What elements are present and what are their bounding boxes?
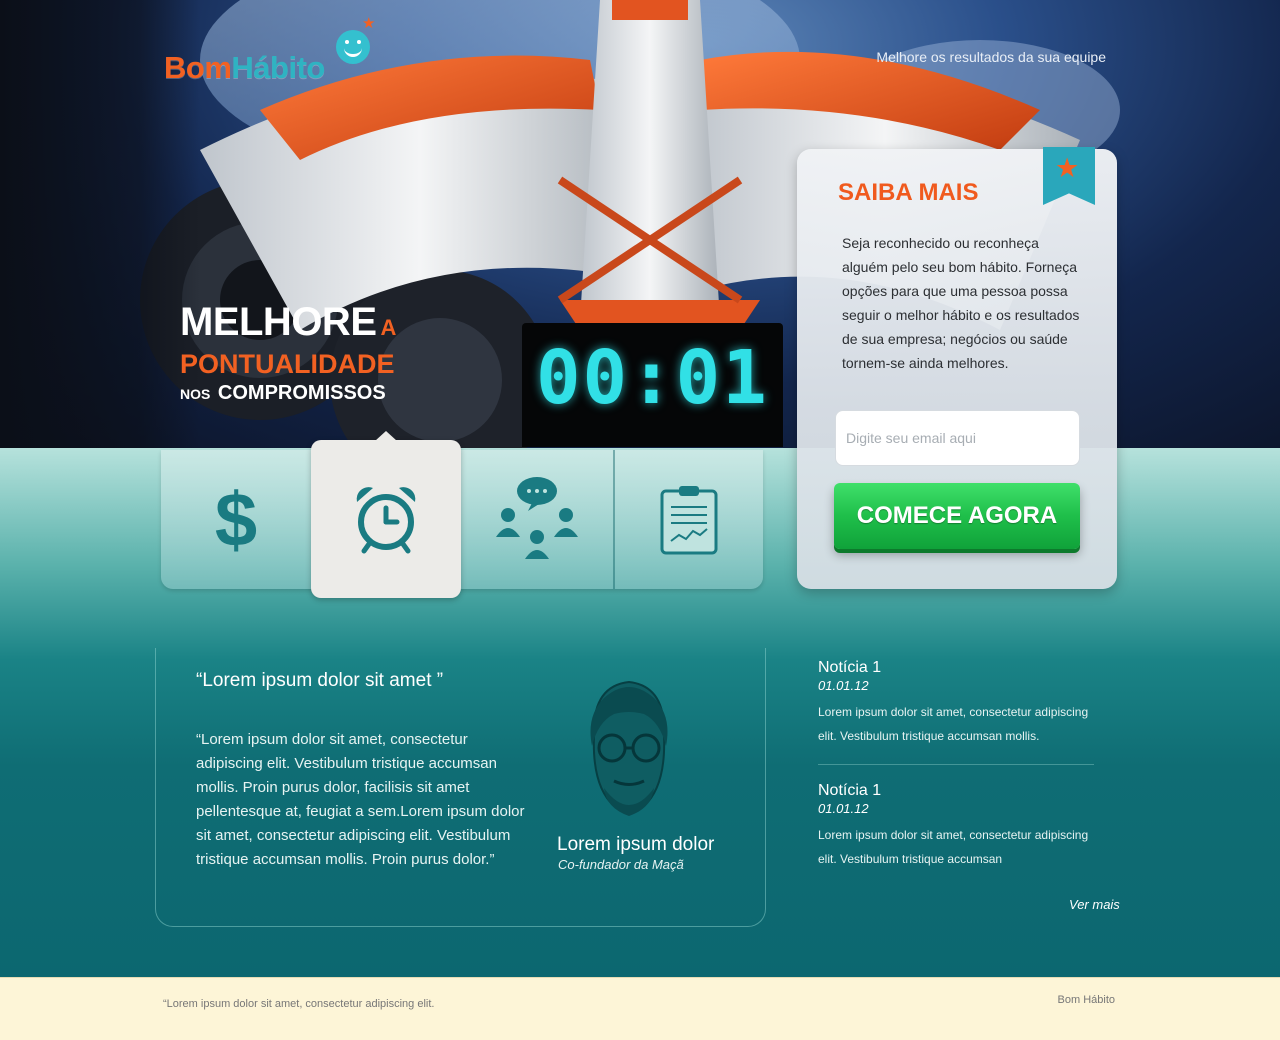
testimonial-card: “Lorem ipsum dolor sit amet ” “Lorem ips… [155,648,766,927]
headline-line-2: PONTUALIDADE [180,349,395,379]
start-now-button[interactable]: COMECE AGORA [834,483,1080,549]
header-tagline: Melhore os resultados da sua equipe [876,49,1106,65]
dollar-icon: $ [215,480,257,560]
news-item[interactable]: Notícia 1 01.01.12 Lorem ipsum dolor sit… [818,783,1094,871]
email-input[interactable] [835,410,1080,466]
headline-line-3-prefix: NOS [180,386,211,402]
news-item[interactable]: Notícia 1 01.01.12 Lorem ipsum dolor sit… [818,660,1094,748]
author-portrait [590,680,668,816]
author-name: Lorem ipsum dolor [557,834,715,855]
alarm-clock-icon [356,487,416,554]
news-title[interactable]: Notícia 1 [818,660,1094,676]
testimonial-title: “Lorem ipsum dolor sit amet ” [196,670,444,691]
headline-line-1: MELHORE [180,300,377,344]
clock-display: 00:01 [536,335,769,421]
footer-brand[interactable]: Bom Hábito [1058,994,1115,1006]
panel-description: Seja reconhecido ou reconheça alguém pel… [842,235,1080,371]
tab-dollar[interactable]: $ [161,450,311,589]
tab-team[interactable] [462,450,612,589]
headline-line-1-suffix: A [380,315,397,340]
tab-report[interactable] [613,450,763,589]
bookmark-ribbon: ★ [1043,147,1095,205]
see-more-link[interactable]: Ver mais [1069,897,1120,912]
smiley-icon [336,30,370,64]
testimonial-body: “Lorem ipsum dolor sit amet, consectetur… [196,731,525,868]
svg-text:$: $ [215,480,257,560]
team-chat-icon [496,476,578,559]
digital-clock: 00:01 [522,323,783,447]
news-divider [818,764,1094,765]
brand-logo[interactable]: BomHábito [164,50,325,86]
feature-tabs: $ [161,450,763,589]
star-icon: ★ [1055,153,1080,183]
signup-panel: SAIBA MAIS ★ Seja reconhecido ou reconhe… [797,147,1117,589]
brand-name-part1: Bom [164,50,232,85]
author-role: Co-fundador da Maçã [558,857,684,872]
footer: “Lorem ipsum dolor sit amet, consectetur… [0,977,1280,1040]
tab-alarm-active[interactable] [311,431,461,598]
news-date: 01.01.12 [818,801,869,816]
hero-headline: MELHORE A PONTUALIDADE NOS COMPROMISSOS [180,300,396,409]
clipboard-chart-icon [660,485,718,554]
footer-quote: “Lorem ipsum dolor sit amet, consectetur… [163,998,435,1010]
news-body: Lorem ipsum dolor sit amet, consectetur … [818,705,1089,743]
headline-line-3: COMPROMISSOS [217,382,386,404]
news-list: Notícia 1 01.01.12 Lorem ipsum dolor sit… [818,660,1094,871]
news-date: 01.01.12 [818,678,869,693]
star-icon: ★ [362,15,376,32]
news-body: Lorem ipsum dolor sit amet, consectetur … [818,828,1089,866]
panel-title: SAIBA MAIS [838,179,979,206]
brand-name-part2: Hábito [231,50,325,85]
news-title[interactable]: Notícia 1 [818,783,1094,799]
